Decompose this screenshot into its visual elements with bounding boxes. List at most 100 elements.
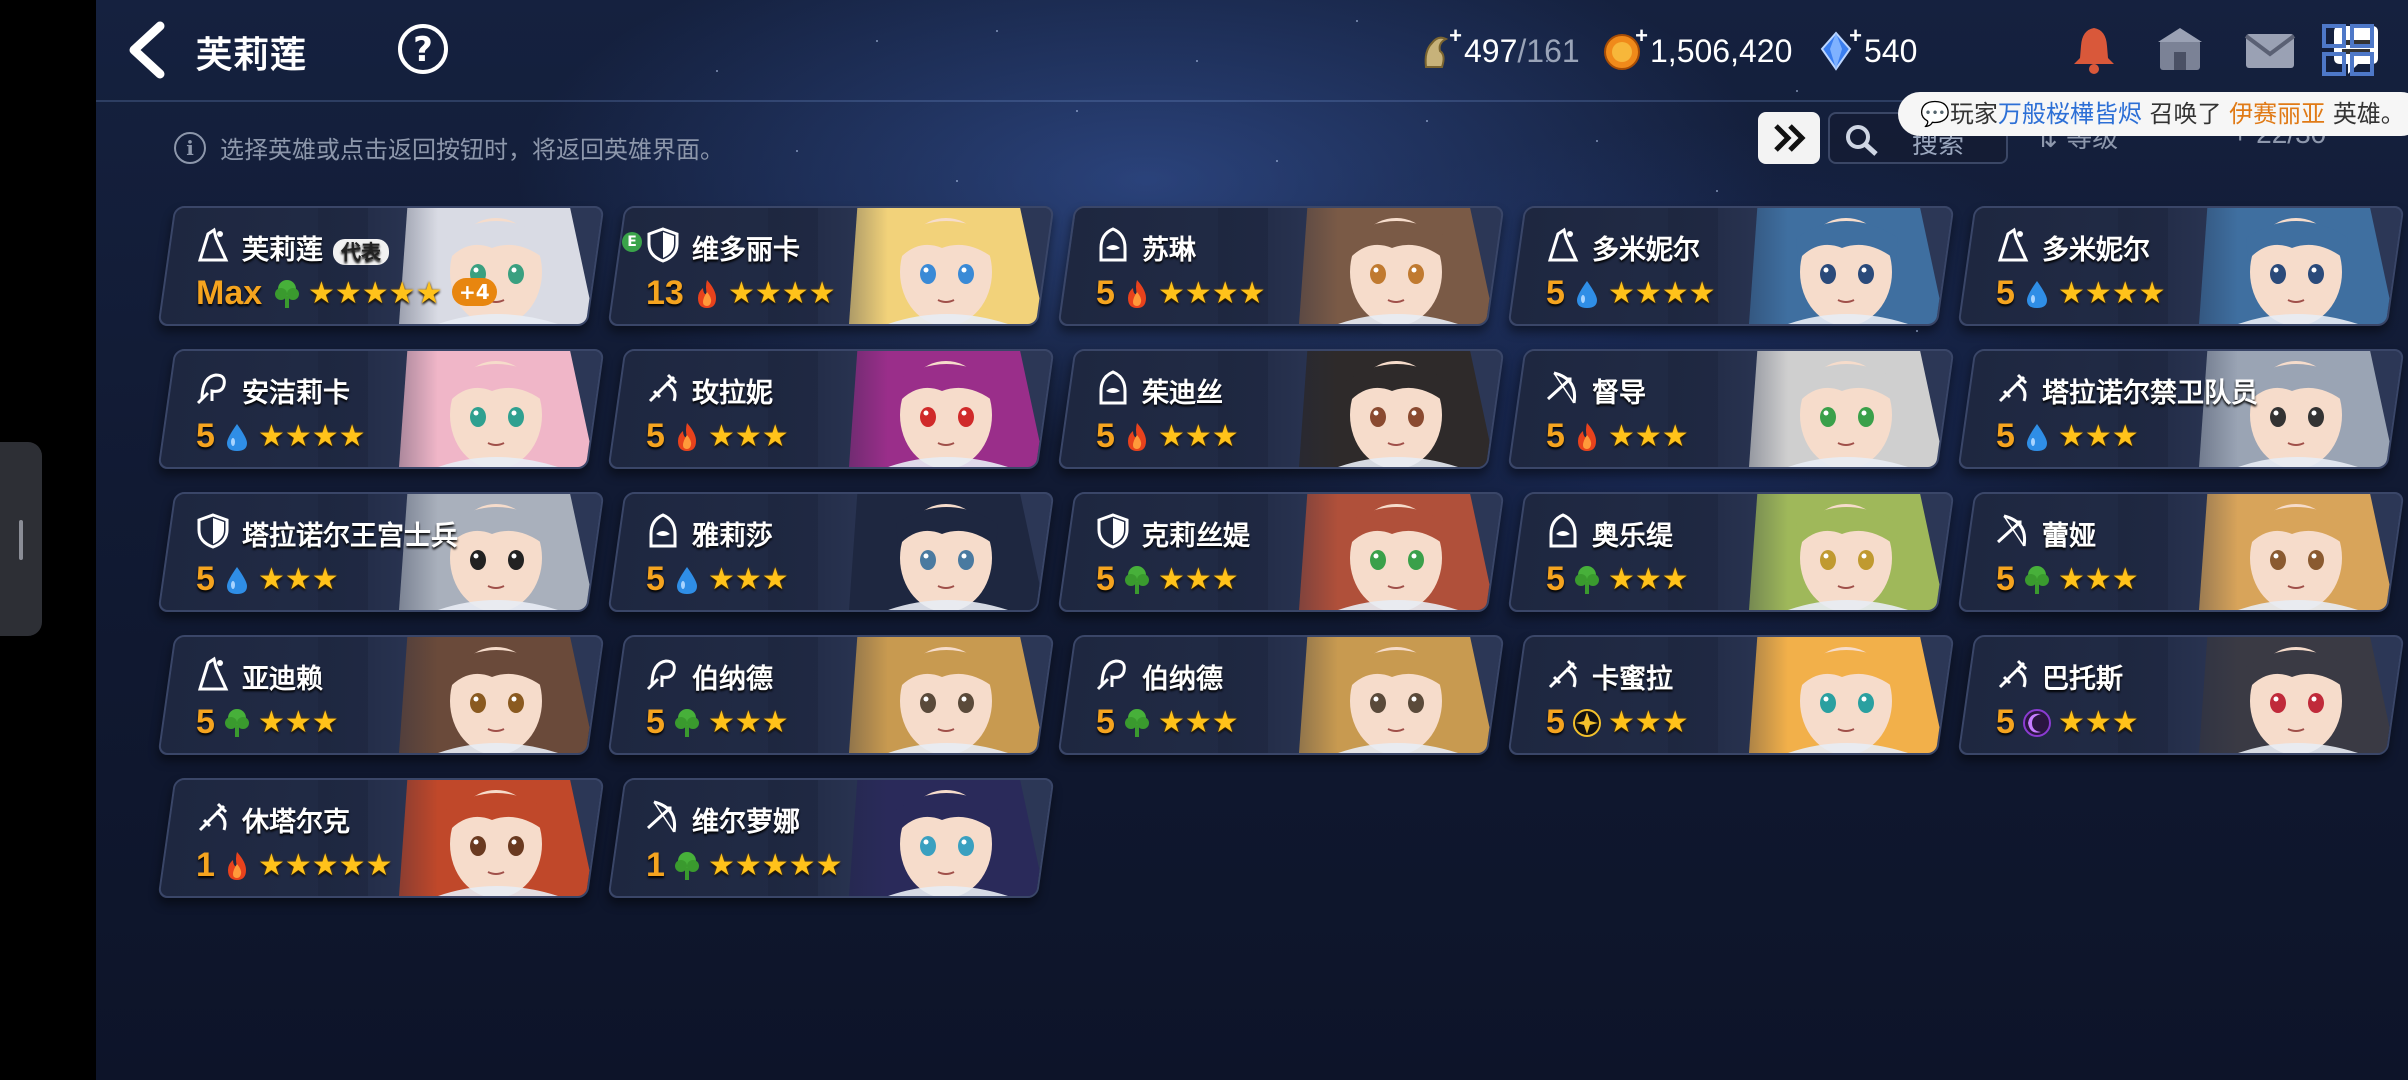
- hero-level: 5: [1546, 417, 1565, 455]
- fire-element-icon: [1572, 421, 1602, 453]
- background-star-speck: [1546, 60, 1548, 62]
- hero-card[interactable]: 亚迪赖 5 ★★★: [157, 635, 605, 755]
- stamina-max: /161: [1517, 32, 1580, 69]
- stamina-current: 497: [1464, 32, 1518, 69]
- guard-class-icon: [194, 512, 232, 550]
- rogue-class-icon: [1094, 369, 1132, 407]
- hero-card[interactable]: 塔拉诺尔禁卫队员 5 ★★★: [1957, 349, 2405, 469]
- hero-card[interactable]: 休塔尔克 1 ★★★★★: [157, 778, 605, 898]
- hero-name: 塔拉诺尔王宫士兵: [242, 514, 458, 553]
- hero-card[interactable]: 伯纳德 5 ★★★: [1057, 635, 1505, 755]
- hero-card[interactable]: 督导 5 ★★★: [1507, 349, 1955, 469]
- hero-card[interactable]: 伯纳德 5 ★★★: [607, 635, 1055, 755]
- hero-card[interactable]: 安洁莉卡 5 ★★★★: [157, 349, 605, 469]
- hero-select-screen: 芙莉莲 ? + 497/161 + 1,506,420 + 540 i 选择英雄…: [96, 0, 2408, 1080]
- gold-counter[interactable]: + 1,506,420: [1602, 23, 1793, 76]
- star-rating: ★★★: [1158, 419, 1239, 454]
- expand-filter-button[interactable]: [1758, 112, 1820, 164]
- hero-card[interactable]: 克莉丝媞 5 ★★★: [1057, 492, 1505, 612]
- hero-card[interactable]: 巴托斯 5 ★★★: [1957, 635, 2405, 755]
- hero-level: 5: [1546, 274, 1565, 312]
- star-icons: ★★★: [2058, 562, 2139, 597]
- crystal-gem-icon: +: [1816, 23, 1862, 71]
- hero-card[interactable]: 玫拉妮 5 ★★★: [607, 349, 1055, 469]
- side-panel-handle[interactable]: [0, 442, 42, 636]
- hero-card[interactable]: 奥乐缇 5 ★★★: [1507, 492, 1955, 612]
- background-star-speck: [1716, 190, 1718, 192]
- hero-level: 5: [1096, 274, 1115, 312]
- hero-level: 1: [196, 846, 215, 884]
- hero-name: 芙莉莲 代表: [242, 228, 389, 267]
- hero-name-text: 维尔萝娜: [692, 807, 800, 838]
- double-chevron-right-icon: [1774, 124, 1806, 152]
- guild-hall-icon[interactable]: [2152, 22, 2208, 78]
- hero-name-text: 亚迪赖: [242, 664, 323, 695]
- hero-card[interactable]: 苏琳 5 ★★★★: [1057, 206, 1505, 326]
- bell-icon[interactable]: [2066, 22, 2122, 78]
- hero-name: 蕾娅: [2042, 514, 2096, 553]
- hero-name: 多米妮尔: [2042, 228, 2150, 267]
- star-icons: ★★★: [708, 562, 789, 597]
- representative-tag: 代表: [333, 238, 389, 265]
- search-icon: [1846, 125, 1878, 156]
- star-icons: ★★★★: [728, 276, 836, 311]
- background-star-speck: [1196, 60, 1198, 62]
- star-rating: ★★★★: [1608, 276, 1716, 311]
- mage-class-icon: [1994, 226, 2032, 264]
- chevron-left-icon: [129, 21, 165, 79]
- hero-card[interactable]: 茱迪丝 5 ★★★: [1057, 349, 1505, 469]
- water-element-icon: [2022, 421, 2052, 453]
- star-rating: ★★★★★: [708, 848, 842, 883]
- hero-card[interactable]: E 维多丽卡 13 ★★★★: [607, 206, 1055, 326]
- hero-card[interactable]: 多米妮尔 5 ★★★★: [1957, 206, 2405, 326]
- hero-name: 伯纳德: [1142, 657, 1223, 696]
- hero-card[interactable]: 卡蜜拉 5 ★★★: [1507, 635, 1955, 755]
- hero-card[interactable]: 维尔萝娜 1 ★★★★★: [607, 778, 1055, 898]
- warrior-class-icon: [644, 369, 682, 407]
- hero-name-text: 多米妮尔: [1592, 235, 1700, 266]
- hero-name-text: 芙莉莲: [242, 235, 323, 266]
- hero-name-text: 卡蜜拉: [1592, 664, 1673, 695]
- help-button[interactable]: ?: [398, 24, 448, 74]
- wood-element-icon: [272, 278, 302, 310]
- gold-amount: 1,506,420: [1650, 32, 1793, 69]
- notice-prefix: 玩家: [1949, 100, 1998, 128]
- hero-level: 1: [646, 846, 665, 884]
- warrior-class-icon: [1994, 369, 2032, 407]
- summon-notice-bubble: 💬玩家万般桜樺皆烬 召唤了 伊赛丽亚 英雄。: [1898, 92, 2408, 136]
- star-rating: ★★★: [258, 705, 339, 740]
- star-rating: ★★★: [1608, 419, 1689, 454]
- hero-name-text: 多米妮尔: [2042, 235, 2150, 266]
- menu-grid-icon[interactable]: [2320, 22, 2376, 78]
- guard-class-icon: [644, 226, 682, 264]
- star-icons: ★★★: [1158, 562, 1239, 597]
- back-button[interactable]: [124, 18, 174, 82]
- mage-class-icon: [194, 655, 232, 693]
- hero-name-text: 督导: [1592, 378, 1646, 409]
- equipment-badge: E: [622, 232, 642, 252]
- wood-element-icon: [672, 850, 702, 882]
- star-icons: ★★★: [1158, 419, 1239, 454]
- wood-element-icon: [1122, 707, 1152, 739]
- hero-card[interactable]: 塔拉诺尔王宫士兵 5 ★★★: [157, 492, 605, 612]
- fire-element-icon: [692, 278, 722, 310]
- hero-card[interactable]: 多米妮尔 5 ★★★★: [1507, 206, 1955, 326]
- hero-card[interactable]: 蕾娅 5 ★★★: [1957, 492, 2405, 612]
- hero-card[interactable]: 雅莉莎 5 ★★★: [607, 492, 1055, 612]
- star-icons: ★★★: [258, 705, 339, 740]
- wood-element-icon: [2022, 564, 2052, 596]
- star-icons: ★★★★: [258, 419, 366, 454]
- star-rating: ★★★: [1158, 705, 1239, 740]
- star-rating: ★★★: [708, 562, 789, 597]
- mail-icon[interactable]: [2242, 22, 2298, 78]
- notice-player: 万般桜樺皆烬: [1997, 100, 2142, 128]
- hero-level: 5: [196, 417, 215, 455]
- stamina-counter[interactable]: + 497/161: [1416, 23, 1580, 76]
- background-star-speck: [1596, 140, 1598, 142]
- background-star-speck: [1916, 330, 1918, 332]
- hero-card[interactable]: 芙莉莲 代表 Max ★★★★★ +4: [157, 206, 605, 326]
- background-star-speck: [1076, 110, 1078, 112]
- background-star-speck: [1426, 120, 1428, 122]
- gem-counter[interactable]: + 540: [1816, 23, 1917, 76]
- hero-name: 多米妮尔: [1592, 228, 1700, 267]
